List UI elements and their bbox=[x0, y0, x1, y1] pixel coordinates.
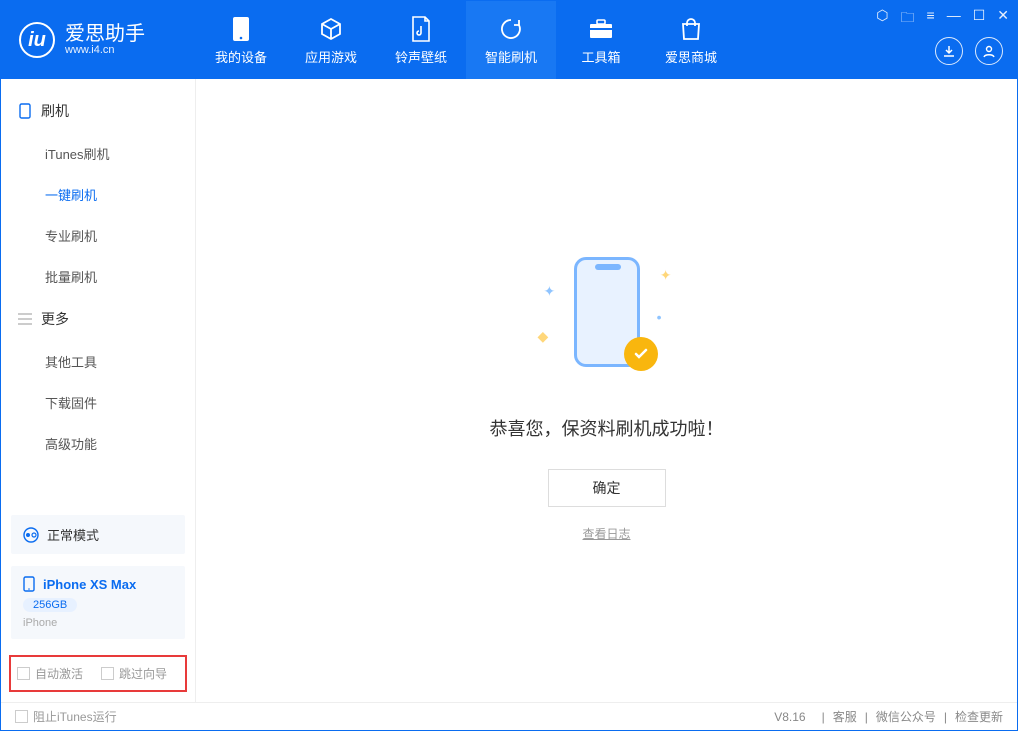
window-controls: ⬡ 🗀 ≡ — ☐ ✕ bbox=[876, 7, 1009, 31]
music-file-icon bbox=[407, 15, 435, 43]
header: iu 爱思助手 www.i4.cn 我的设备 应用游戏 铃声壁纸 智能刷机 工具… bbox=[1, 1, 1017, 79]
device-card[interactable]: iPhone XS Max 256GB iPhone bbox=[11, 566, 185, 639]
nav-tab-device[interactable]: 我的设备 bbox=[196, 1, 286, 79]
sidebar-item-other[interactable]: 其他工具 bbox=[1, 341, 195, 382]
sidebar-item-pro[interactable]: 专业刷机 bbox=[1, 215, 195, 256]
device-type: iPhone bbox=[23, 617, 173, 629]
nav-tab-flash[interactable]: 智能刷机 bbox=[466, 1, 556, 79]
support-link[interactable]: 客服 bbox=[833, 708, 857, 725]
sidebar-item-itunes[interactable]: iTunes刷机 bbox=[1, 133, 195, 174]
menu-icon[interactable]: ≡ bbox=[927, 7, 935, 31]
mode-label: 正常模式 bbox=[47, 525, 99, 544]
version-label: V8.16 bbox=[774, 710, 805, 724]
wechat-link[interactable]: 微信公众号 bbox=[876, 708, 936, 725]
sparkle-icon: ◆ bbox=[538, 328, 549, 345]
maximize-icon[interactable]: ☐ bbox=[973, 7, 986, 31]
storage-badge: 256GB bbox=[23, 598, 77, 612]
checkbox-label: 自动激活 bbox=[35, 665, 83, 682]
sparkle-icon: • bbox=[657, 309, 662, 325]
app-name: 爱思助手 bbox=[65, 24, 145, 44]
nav-label: 应用游戏 bbox=[305, 47, 357, 66]
view-log-link[interactable]: 查看日志 bbox=[582, 525, 630, 542]
nav-label: 我的设备 bbox=[215, 47, 267, 66]
nav-label: 智能刷机 bbox=[485, 47, 537, 66]
nav-tabs: 我的设备 应用游戏 铃声壁纸 智能刷机 工具箱 爱思商城 bbox=[196, 1, 736, 79]
sidebar-item-oneclick[interactable]: 一键刷机 bbox=[1, 174, 195, 215]
update-link[interactable]: 检查更新 bbox=[955, 708, 1003, 725]
success-message: 恭喜您，保资料刷机成功啦！ bbox=[490, 415, 724, 441]
bag-icon bbox=[677, 15, 705, 43]
checkbox-label: 阻止iTunes运行 bbox=[33, 708, 117, 725]
highlighted-checkbox-row: 自动激活 跳过向导 bbox=[9, 655, 187, 692]
nav-label: 铃声壁纸 bbox=[395, 47, 447, 66]
sparkle-icon: ✦ bbox=[544, 283, 556, 300]
logo[interactable]: iu 爱思助手 www.i4.cn bbox=[1, 22, 196, 58]
nav-label: 爱思商城 bbox=[665, 47, 717, 66]
success-illustration: ✦ ◆ ✦ • bbox=[532, 239, 682, 389]
device-icon bbox=[17, 103, 33, 119]
nav-tab-store[interactable]: 爱思商城 bbox=[646, 1, 736, 79]
sidebar-group-more[interactable]: 更多 bbox=[1, 297, 195, 341]
block-itunes-checkbox[interactable]: 阻止iTunes运行 bbox=[15, 708, 117, 725]
mode-icon bbox=[23, 527, 39, 543]
download-button[interactable] bbox=[935, 37, 963, 65]
auto-activate-checkbox[interactable]: 自动激活 bbox=[17, 665, 83, 682]
device-name: iPhone XS Max bbox=[43, 577, 136, 592]
sidebar: 刷机 iTunes刷机 一键刷机 专业刷机 批量刷机 更多 其他工具 下载固件 … bbox=[1, 79, 196, 702]
list-icon bbox=[17, 311, 33, 327]
group-title: 更多 bbox=[41, 309, 69, 329]
sparkle-icon: ✦ bbox=[660, 267, 672, 284]
nav-tab-toolbox[interactable]: 工具箱 bbox=[556, 1, 646, 79]
phone-icon bbox=[23, 576, 35, 592]
check-icon bbox=[624, 337, 658, 371]
ok-button[interactable]: 确定 bbox=[548, 469, 666, 507]
checkbox-icon bbox=[101, 667, 114, 680]
header-buttons bbox=[935, 37, 1003, 65]
refresh-shield-icon bbox=[497, 15, 525, 43]
lock-icon[interactable]: 🗀 bbox=[901, 7, 915, 31]
sidebar-group-flash[interactable]: 刷机 bbox=[1, 89, 195, 133]
minimize-icon[interactable]: — bbox=[947, 7, 961, 31]
mode-card[interactable]: 正常模式 bbox=[11, 515, 185, 554]
shirt-icon[interactable]: ⬡ bbox=[876, 7, 888, 31]
user-button[interactable] bbox=[975, 37, 1003, 65]
sidebar-item-firmware[interactable]: 下载固件 bbox=[1, 382, 195, 423]
sidebar-item-advanced[interactable]: 高级功能 bbox=[1, 423, 195, 464]
close-icon[interactable]: ✕ bbox=[997, 7, 1009, 31]
logo-icon: iu bbox=[19, 22, 55, 58]
nav-tab-apps[interactable]: 应用游戏 bbox=[286, 1, 376, 79]
group-title: 刷机 bbox=[41, 101, 69, 121]
main-content: ✦ ◆ ✦ • 恭喜您，保资料刷机成功啦！ 确定 查看日志 bbox=[196, 79, 1017, 702]
checkbox-icon bbox=[15, 710, 28, 723]
nav-label: 工具箱 bbox=[581, 47, 620, 66]
nav-tab-ringtone[interactable]: 铃声壁纸 bbox=[376, 1, 466, 79]
cube-icon bbox=[317, 15, 345, 43]
app-domain: www.i4.cn bbox=[65, 44, 145, 56]
sidebar-item-batch[interactable]: 批量刷机 bbox=[1, 256, 195, 297]
body: 刷机 iTunes刷机 一键刷机 专业刷机 批量刷机 更多 其他工具 下载固件 … bbox=[1, 79, 1017, 702]
toolbox-icon bbox=[587, 15, 615, 43]
phone-icon bbox=[227, 15, 255, 43]
footer: 阻止iTunes运行 V8.16 | 客服 | 微信公众号 | 检查更新 bbox=[1, 702, 1017, 730]
checkbox-label: 跳过向导 bbox=[119, 665, 167, 682]
skip-guide-checkbox[interactable]: 跳过向导 bbox=[101, 665, 167, 682]
checkbox-icon bbox=[17, 667, 30, 680]
